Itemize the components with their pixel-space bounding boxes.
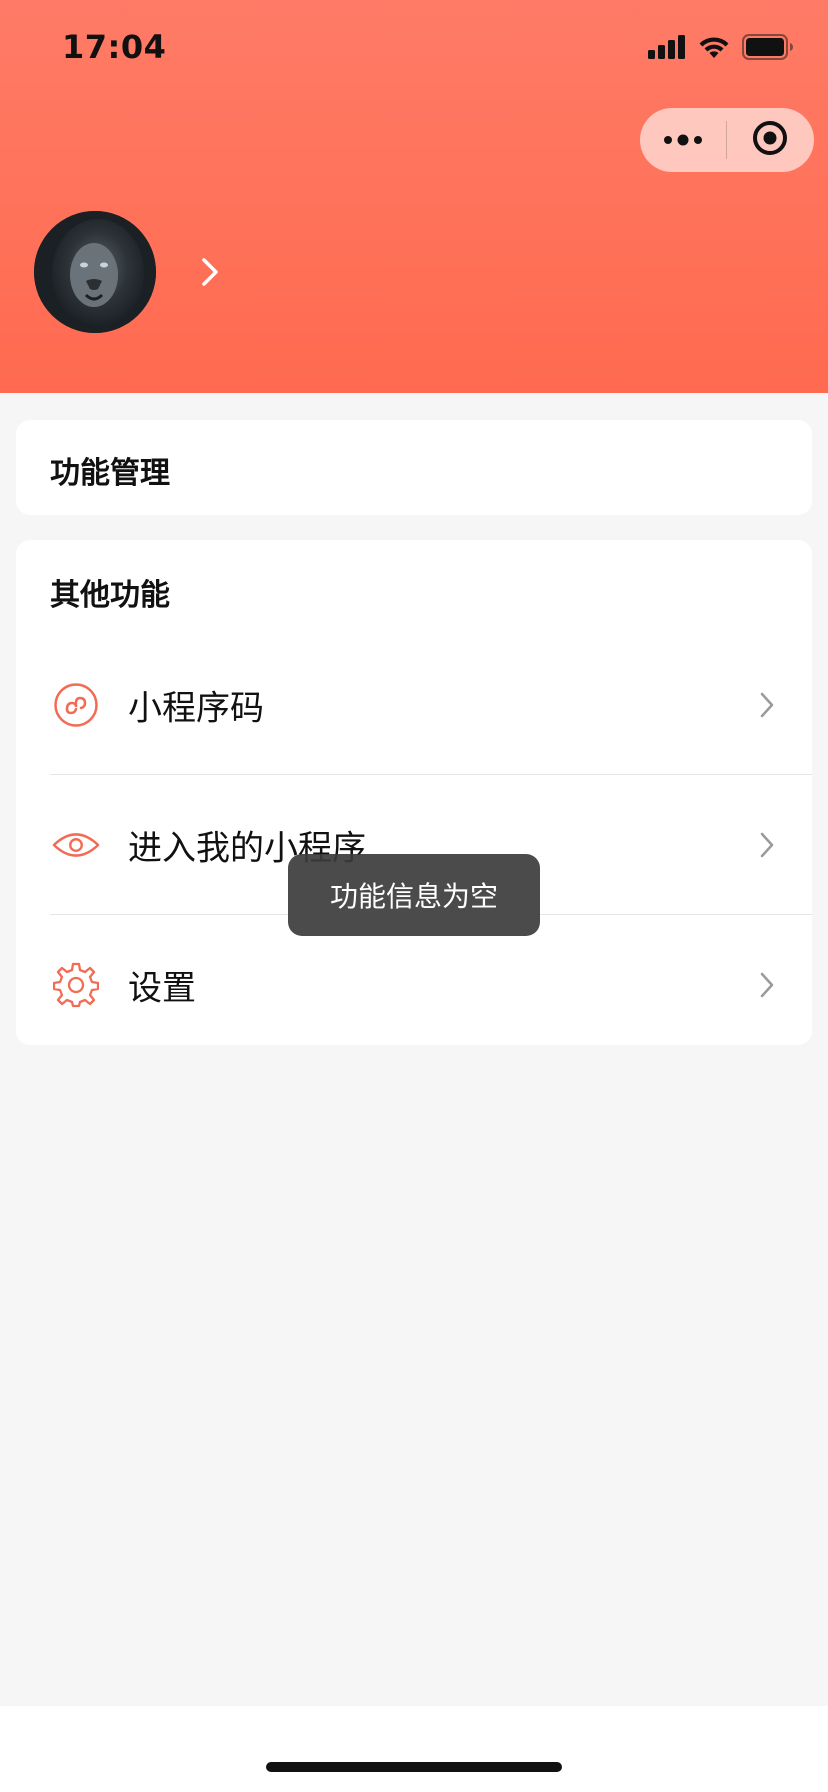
wifi-icon bbox=[698, 35, 730, 63]
more-button[interactable] bbox=[640, 108, 726, 172]
page: 17:04 功能管理 其他功能 小程序码 进入我的小程序 设置 功能信息为空 bbox=[0, 0, 828, 1792]
eye-icon bbox=[52, 821, 100, 869]
bottom-safe-area bbox=[0, 1706, 828, 1792]
gear-icon bbox=[52, 961, 100, 1009]
mini-program-capsule bbox=[640, 108, 814, 172]
profile-header: 17:04 bbox=[0, 0, 828, 393]
menu-item-label: 小程序码 bbox=[128, 688, 264, 729]
other-functions-card: 其他功能 小程序码 进入我的小程序 设置 bbox=[16, 540, 812, 1045]
menu-item-mini-program-code[interactable]: 小程序码 bbox=[16, 635, 812, 775]
close-mini-program-button[interactable] bbox=[727, 108, 813, 172]
status-bar: 17:04 bbox=[0, 0, 828, 100]
menu-item-label: 设置 bbox=[128, 968, 196, 1009]
chevron-right-icon bbox=[758, 690, 776, 720]
function-management-card: 功能管理 bbox=[16, 420, 812, 515]
battery-icon bbox=[742, 34, 794, 64]
avatar[interactable] bbox=[34, 211, 156, 333]
home-indicator[interactable] bbox=[266, 1762, 562, 1772]
more-dots-icon bbox=[663, 131, 703, 150]
chevron-right-icon bbox=[758, 830, 776, 860]
menu-item-settings[interactable]: 设置 bbox=[16, 915, 812, 1055]
mini-program-code-icon bbox=[52, 681, 100, 729]
toast-message: 功能信息为空 bbox=[288, 854, 540, 936]
cellular-signal-icon bbox=[648, 35, 686, 63]
status-time: 17:04 bbox=[62, 28, 167, 66]
chevron-right-icon[interactable] bbox=[196, 252, 224, 292]
section-title-function-management: 功能管理 bbox=[50, 456, 170, 491]
chevron-right-icon bbox=[758, 970, 776, 1000]
status-icons bbox=[648, 34, 794, 64]
target-close-icon bbox=[752, 120, 788, 160]
section-title-other-functions: 其他功能 bbox=[50, 578, 170, 613]
